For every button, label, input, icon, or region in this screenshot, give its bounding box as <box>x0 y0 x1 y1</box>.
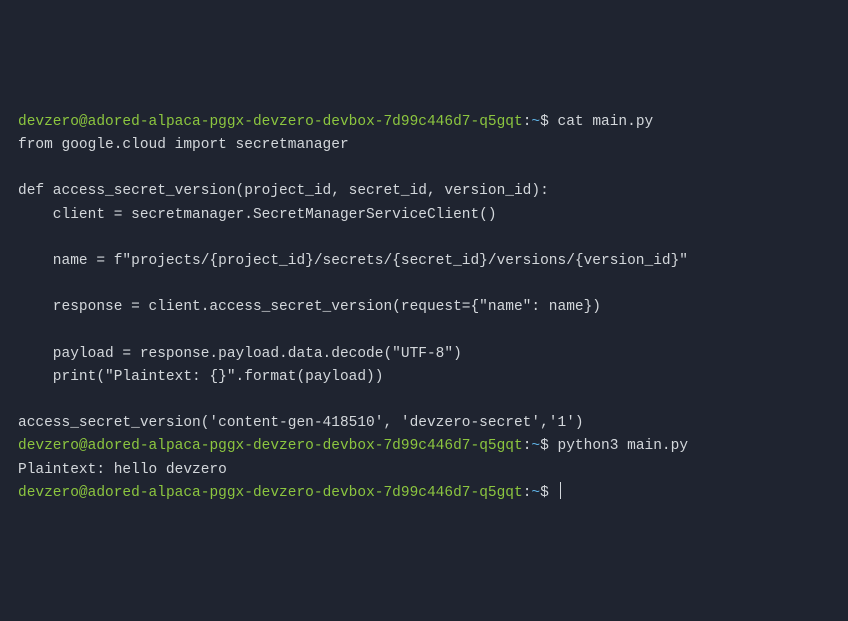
run-output: Plaintext: hello devzero <box>18 462 227 478</box>
prompt-user: devzero <box>18 114 79 130</box>
file-line: client = secretmanager.SecretManagerServ… <box>18 207 497 223</box>
prompt-path: ~ <box>531 485 540 501</box>
prompt-user: devzero <box>18 485 79 501</box>
prompt-user: devzero <box>18 438 79 454</box>
prompt-host: adored-alpaca-pggx-devzero-devbox-7d99c4… <box>88 114 523 130</box>
prompt-host: adored-alpaca-pggx-devzero-devbox-7d99c4… <box>88 438 523 454</box>
prompt-at: @ <box>79 438 88 454</box>
command-cat: cat main.py <box>558 114 654 130</box>
prompt-path: ~ <box>531 114 540 130</box>
file-line: access_secret_version('content-gen-41851… <box>18 415 584 431</box>
file-line: name = f"projects/{project_id}/secrets/{… <box>18 253 688 269</box>
file-line: from google.cloud import secretmanager <box>18 137 349 153</box>
command-python: python3 main.py <box>558 438 689 454</box>
file-line: print("Plaintext: {}".format(payload)) <box>18 369 383 385</box>
prompt-line-2: devzero@adored-alpaca-pggx-devzero-devbo… <box>18 438 688 454</box>
file-line: payload = response.payload.data.decode("… <box>18 346 462 362</box>
prompt-dollar: $ <box>540 485 557 501</box>
prompt-line-1: devzero@adored-alpaca-pggx-devzero-devbo… <box>18 114 653 130</box>
terminal-output[interactable]: devzero@adored-alpaca-pggx-devzero-devbo… <box>18 111 830 505</box>
cursor-icon <box>560 482 561 499</box>
file-line: response = client.access_secret_version(… <box>18 299 601 315</box>
prompt-dollar: $ <box>540 114 557 130</box>
prompt-dollar: $ <box>540 438 557 454</box>
prompt-at: @ <box>79 485 88 501</box>
prompt-host: adored-alpaca-pggx-devzero-devbox-7d99c4… <box>88 485 523 501</box>
prompt-at: @ <box>79 114 88 130</box>
prompt-line-3: devzero@adored-alpaca-pggx-devzero-devbo… <box>18 485 561 501</box>
prompt-path: ~ <box>531 438 540 454</box>
file-line: def access_secret_version(project_id, se… <box>18 183 549 199</box>
